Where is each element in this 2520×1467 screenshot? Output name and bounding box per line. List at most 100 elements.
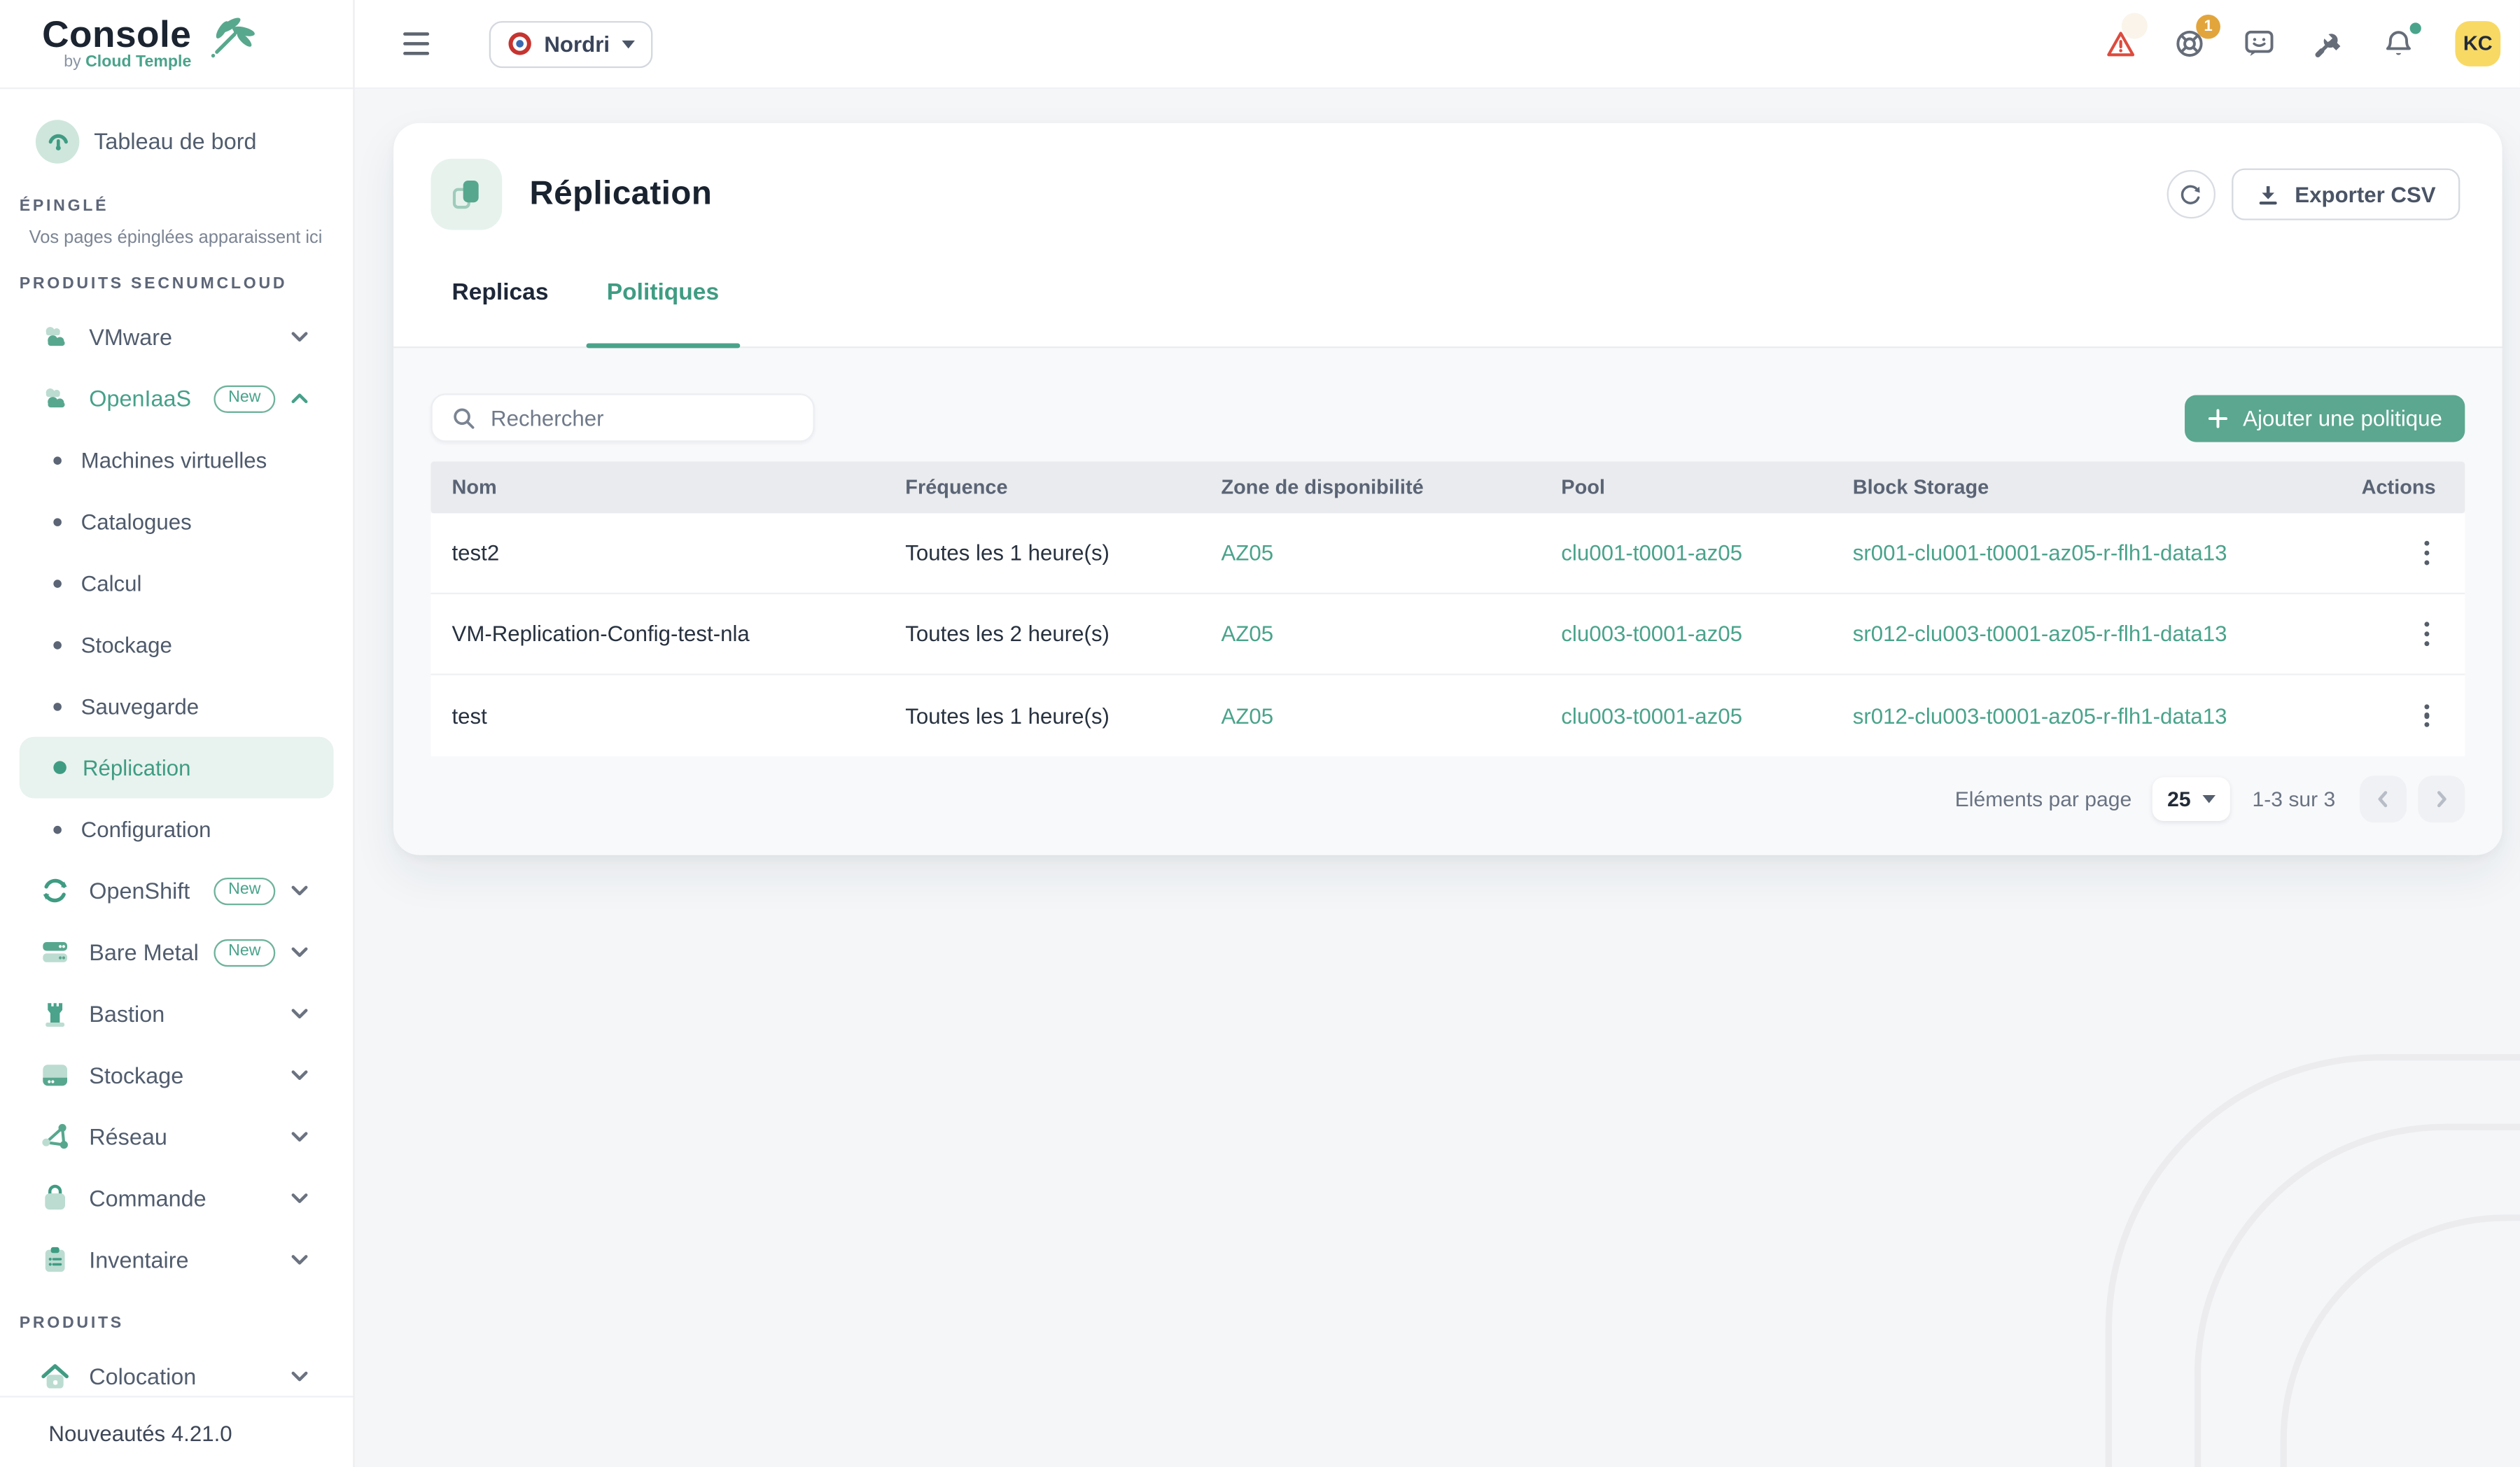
dragonfly-icon (198, 14, 260, 74)
cloud-icon (39, 321, 71, 353)
bullet-icon (53, 761, 66, 774)
pagination-range: 1-3 sur 3 (2252, 787, 2335, 811)
row-actions-kebab-icon[interactable] (2418, 697, 2436, 734)
page-size-select[interactable]: 25 (2152, 778, 2230, 821)
alerts-warning-icon[interactable] (2106, 28, 2136, 59)
sidebar-subitem-machines-virtuelles[interactable]: Machines virtuelles (0, 429, 353, 491)
refresh-button[interactable] (2167, 170, 2216, 218)
support-count-badge: 1 (2196, 15, 2220, 39)
sidebar-item-label: Bare Metal (89, 939, 199, 965)
sidebar-item-label: Commande (89, 1186, 206, 1212)
topbar: Nordri (355, 0, 2520, 89)
feedback-chat-icon[interactable] (2243, 27, 2275, 59)
notifications-dot (2410, 22, 2421, 34)
sidebar-subitem-catalogues[interactable]: Catalogues (0, 491, 353, 552)
sidebar-item-label: Colocation (89, 1363, 196, 1389)
sidebar-subitem-sauvegarde[interactable]: Sauvegarde (0, 675, 353, 737)
brand-logo[interactable]: Console by Cloud Temple (0, 0, 353, 89)
menu-icon[interactable] (403, 33, 429, 55)
sidebar-item-label: VMware (89, 324, 172, 350)
pool-link[interactable]: clu001-t0001-az05 (1540, 541, 1831, 566)
policy-frequency: Toutes les 1 heure(s) (884, 703, 1200, 728)
app-window: Console by Cloud Temple (0, 0, 2520, 1467)
block-storage-link[interactable]: sr012-clu003-t0001-az05-r-flh1-data13 (1832, 703, 2340, 728)
next-page-button[interactable] (2418, 775, 2465, 822)
block-storage-link[interactable]: sr001-clu001-t0001-az05-r-flh1-data13 (1832, 541, 2340, 566)
topbar-actions: 1 (2106, 21, 2501, 66)
main-area: Nordri (355, 0, 2520, 1467)
sidebar-item-openiaas[interactable]: OpenIaaS New (0, 367, 353, 429)
pool-link[interactable]: clu003-t0001-az05 (1540, 703, 1831, 728)
new-badge: New (214, 384, 275, 412)
previous-page-button[interactable] (2360, 775, 2407, 822)
sidebar-item-label: Bastion (89, 1001, 164, 1027)
add-policy-button[interactable]: Ajouter une politique (2185, 394, 2465, 441)
zone-link[interactable]: AZ05 (1200, 541, 1540, 566)
chevron-down-icon (290, 327, 309, 346)
column-header-nom: Nom (430, 476, 884, 498)
user-avatar[interactable]: KC (2455, 21, 2500, 66)
export-csv-button[interactable]: Exporter CSV (2232, 169, 2460, 220)
cocarde-icon (507, 31, 533, 57)
products-section-header: PRODUITS (0, 1315, 353, 1333)
zone-link[interactable]: AZ05 (1200, 622, 1540, 646)
dashboard-gauge-icon (36, 119, 79, 162)
column-header-zone: Zone de disponibilité (1200, 476, 1540, 498)
tools-icon[interactable] (2313, 27, 2345, 59)
pinned-empty-note: Vos pages épinglées apparaissent ici (0, 228, 353, 251)
storage-drive-icon (39, 1059, 71, 1091)
pagination: Eléments par page 25 1-3 sur 3 (430, 775, 2465, 822)
chevron-down-icon (290, 1367, 309, 1387)
zone-link[interactable]: AZ05 (1200, 703, 1540, 728)
replication-copy-icon (430, 159, 502, 230)
search-field[interactable] (430, 393, 814, 442)
search-input[interactable] (491, 406, 794, 430)
release-notes-link[interactable]: Nouveautés 4.21.0 (48, 1422, 232, 1446)
sidebar: Console by Cloud Temple (0, 0, 355, 1467)
sidebar-footer: Nouveautés 4.21.0 (0, 1396, 353, 1467)
sidebar-item-commande[interactable]: Commande (0, 1167, 353, 1229)
sidebar-item-colocation[interactable]: Colocation (0, 1346, 353, 1396)
policy-name: VM-Replication-Config-test-nla (430, 622, 884, 646)
sidebar-subitem-stockage[interactable]: Stockage (0, 614, 353, 675)
policy-frequency: Toutes les 2 heure(s) (884, 622, 1200, 646)
sidebar-subitem-configuration[interactable]: Configuration (0, 799, 353, 860)
refresh-icon (2179, 182, 2204, 206)
policy-name: test (430, 703, 884, 728)
sidebar-item-openshift[interactable]: OpenShift New (0, 860, 353, 922)
chevron-down-icon (2202, 795, 2216, 803)
table-row: VM-Replication-Config-test-nla Toutes le… (430, 594, 2465, 675)
pool-link[interactable]: clu003-t0001-az05 (1540, 622, 1831, 646)
notifications-bell-icon[interactable] (2382, 27, 2414, 59)
tab-bar: Replicas Politiques (393, 277, 2502, 349)
sidebar-subitem-replication[interactable]: Réplication (20, 737, 334, 799)
block-storage-link[interactable]: sr012-clu003-t0001-az05-r-flh1-data13 (1832, 622, 2340, 646)
download-icon (2256, 182, 2281, 206)
bullet-icon (53, 456, 62, 464)
tab-politiques[interactable]: Politiques (586, 277, 740, 346)
card-header: Réplication (393, 123, 2502, 230)
tab-replicas[interactable]: Replicas (430, 277, 569, 346)
sidebar-item-dashboard[interactable]: Tableau de bord (0, 108, 353, 174)
bullet-icon (53, 579, 62, 587)
column-header-pool: Pool (1540, 476, 1831, 498)
column-header-actions: Actions (2340, 476, 2465, 498)
row-actions-kebab-icon[interactable] (2418, 535, 2436, 572)
sidebar-item-reseau[interactable]: Réseau (0, 1106, 353, 1167)
tenant-selector[interactable]: Nordri (489, 20, 652, 67)
sidebar-item-vmware[interactable]: VMware (0, 306, 353, 367)
sidebar-item-bastion[interactable]: Bastion (0, 983, 353, 1044)
sidebar-item-inventaire[interactable]: Inventaire (0, 1229, 353, 1291)
sidebar-nav: Tableau de bord ÉPINGLÉ Vos pages épingl… (0, 89, 353, 1396)
row-actions-kebab-icon[interactable] (2418, 615, 2436, 652)
sidebar-subitem-calcul[interactable]: Calcul (0, 552, 353, 614)
cloud-icon (39, 382, 71, 414)
sidebar-item-stockage[interactable]: Stockage (0, 1044, 353, 1106)
card-body: Ajouter une politique Nom Fréquence Zone… (393, 348, 2502, 855)
support-lifebuoy-icon[interactable]: 1 (2174, 27, 2206, 59)
policies-table: Nom Fréquence Zone de disponibilité Pool… (430, 461, 2465, 756)
sidebar-item-label: Stockage (89, 1062, 183, 1088)
policy-frequency: Toutes les 1 heure(s) (884, 541, 1200, 566)
sidebar-item-bare-metal[interactable]: Bare Metal New (0, 921, 353, 983)
plus-icon (2207, 407, 2228, 428)
